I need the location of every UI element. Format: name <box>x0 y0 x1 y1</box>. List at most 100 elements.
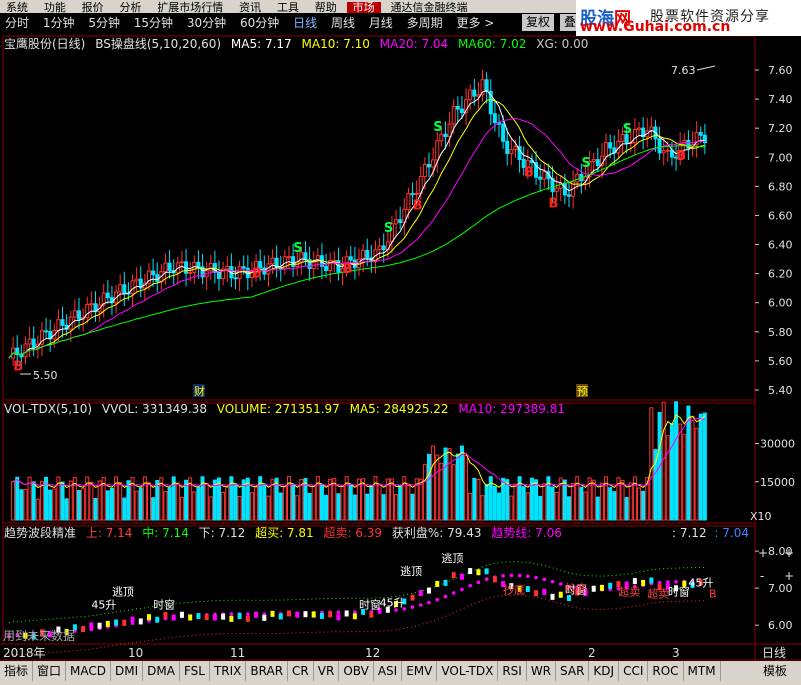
ind-block <box>303 611 308 618</box>
ind-legend-profit: 获利盘%: 79.43 <box>392 525 482 540</box>
volume-bar <box>68 480 73 521</box>
menu-function[interactable]: 功能 <box>38 2 72 13</box>
period-more[interactable]: 更多 > <box>451 14 499 33</box>
tab-mtm[interactable]: MTM <box>684 661 721 681</box>
ind-block <box>410 594 415 601</box>
tab-cr[interactable]: CR <box>288 661 314 681</box>
period-15min[interactable]: 15分钟 <box>129 14 178 33</box>
bs-signals: BBSBSBSSBBSB <box>13 120 686 375</box>
tab-sar[interactable]: SAR <box>556 661 590 681</box>
candle-body <box>398 219 403 223</box>
tab-rsi[interactable]: RSI <box>498 661 527 681</box>
tab-brar[interactable]: BRAR <box>246 661 289 681</box>
menu-quote[interactable]: 报价 <box>76 2 110 13</box>
tab-template[interactable]: 模板 <box>759 661 791 681</box>
tab-roc[interactable]: ROC <box>648 661 684 681</box>
trend-dot <box>476 580 481 585</box>
volume-bar <box>109 487 114 521</box>
vol-y-axis: 30000 15000 <box>755 438 795 489</box>
volume-bar <box>674 401 679 521</box>
ind-label: 抄底 <box>503 583 525 597</box>
tab-kdj[interactable]: KDJ <box>589 661 620 681</box>
tab-vr[interactable]: VR <box>314 661 340 681</box>
ind-legend: 趋势波段精准 上: 7.14 中: 7.14 下: 7.12 超买: 7.81 … <box>4 525 562 540</box>
x-label-dec: 12 <box>365 646 380 660</box>
sell-signal: S <box>433 120 442 135</box>
tab-vol-tdx[interactable]: VOL-TDX <box>437 661 499 681</box>
period-fenshi[interactable]: 分时 <box>0 14 34 33</box>
menu-tools[interactable]: 工具 <box>271 2 305 13</box>
tab-wr[interactable]: WR <box>527 661 557 681</box>
zoom-in-button[interactable]: + <box>758 546 768 560</box>
tab-emv[interactable]: EMV <box>402 661 438 681</box>
period-5min[interactable]: 5分钟 <box>83 14 125 33</box>
ind-block <box>287 610 291 617</box>
tab-macd[interactable]: MACD <box>66 661 112 681</box>
zoom-plus-button[interactable]: + <box>784 546 794 560</box>
period-30min[interactable]: 30分钟 <box>182 14 231 33</box>
menu-ext-market[interactable]: 扩展市场行情 <box>151 2 229 13</box>
ind-label: 超卖 <box>647 586 669 600</box>
volume-bar <box>365 493 370 521</box>
menu-system[interactable]: 系统 <box>0 2 34 13</box>
ind-legend-lower: 下: 7.12 <box>199 526 246 540</box>
period-daily[interactable]: 日线 <box>288 14 322 33</box>
volume-bar <box>554 491 559 521</box>
volume-bar <box>562 479 567 521</box>
trend-dot <box>674 580 678 584</box>
candle-body <box>134 278 139 282</box>
zoom-out-button[interactable]: - <box>760 569 764 583</box>
tab-dmi[interactable]: DMI <box>111 661 144 681</box>
period-monthly[interactable]: 月线 <box>364 14 398 33</box>
tab-trix[interactable]: TRIX <box>210 661 247 681</box>
period-1min[interactable]: 1分钟 <box>38 14 80 33</box>
trend-dot <box>550 579 555 584</box>
tab-fsl[interactable]: FSL <box>180 661 210 681</box>
volume-bar <box>89 481 94 521</box>
vol-legend-name: VOL-TDX(5,10) <box>4 402 92 416</box>
ind-block <box>336 614 341 621</box>
volume-bar <box>649 407 654 521</box>
volume-bar <box>406 484 411 521</box>
volume-bar <box>628 482 633 521</box>
volume-bar <box>97 480 102 521</box>
volume-bar <box>608 487 613 521</box>
y-tick-label: 5.60 <box>768 355 793 368</box>
period-60min[interactable]: 60分钟 <box>235 14 284 33</box>
trend-dot <box>666 580 670 584</box>
menu-analysis[interactable]: 分析 <box>113 2 147 13</box>
volume-bar <box>208 496 213 521</box>
ind-right-values: : 7.12 : 7.04 <box>672 526 749 540</box>
tab-asi[interactable]: ASI <box>374 661 403 681</box>
zoom-add-button[interactable]: + <box>784 569 794 583</box>
volume-bar <box>443 447 448 521</box>
tab-window[interactable]: 窗口 <box>33 661 67 681</box>
menu-news[interactable]: 资讯 <box>233 2 267 13</box>
volume-bar <box>295 495 300 521</box>
ind-legend-trend: 趋势线: 7.06 <box>491 526 562 540</box>
ind-tick-label: 6.00 <box>768 619 793 632</box>
volume-bar <box>175 482 180 521</box>
tab-dma[interactable]: DMA <box>143 661 180 681</box>
candle-body <box>567 194 571 197</box>
volume-bar <box>39 480 44 521</box>
trend-dot <box>542 577 547 582</box>
menu-market[interactable]: 市场 <box>346 2 381 13</box>
fuquan-button[interactable]: 复权 <box>522 14 555 31</box>
tab-obv[interactable]: OBV <box>339 661 374 681</box>
ind-block <box>608 582 613 589</box>
menu-help[interactable]: 帮助 <box>309 2 343 13</box>
legend-xg: XG: 0.00 <box>536 37 588 51</box>
volume-bar <box>505 479 510 521</box>
y-tick-label: 7.00 <box>768 151 793 164</box>
period-multi[interactable]: 多周期 <box>402 14 448 33</box>
ind-block <box>278 613 283 620</box>
volume-bar <box>249 492 254 521</box>
candle-body <box>414 192 419 195</box>
ind-block <box>212 614 217 621</box>
tab-indicator[interactable]: 指标 <box>0 661 34 681</box>
period-weekly[interactable]: 周线 <box>326 14 360 33</box>
chart-area[interactable]: 宝鹰股份(日线) BS操盘线(5,10,20,60) MA5: 7.17 MA1… <box>0 33 801 661</box>
tab-cci[interactable]: CCI <box>619 661 649 681</box>
ind-legend-oversold: 超卖: 6.39 <box>323 525 382 540</box>
